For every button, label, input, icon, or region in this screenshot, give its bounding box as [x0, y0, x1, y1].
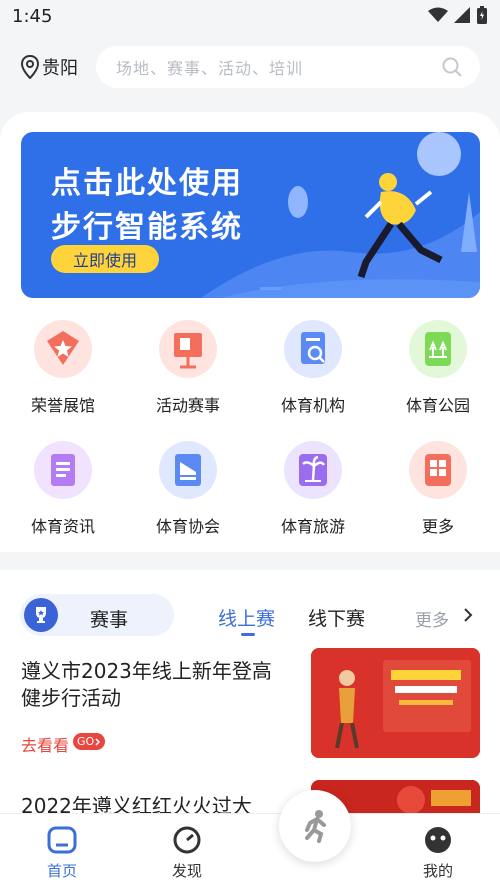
home-icon: [47, 826, 77, 854]
banner-title-line2: 步行智能系统: [51, 210, 243, 245]
battery-icon: [477, 6, 487, 24]
more-link[interactable]: 更多: [415, 606, 449, 631]
run-fab-button[interactable]: [279, 790, 351, 862]
events-section-label: 赛事: [90, 609, 129, 631]
grid-item-more[interactable]: 更多: [388, 441, 488, 537]
nav-label: 发现: [171, 862, 202, 880]
document-search-icon: [284, 320, 342, 378]
nav-discover[interactable]: 发现: [157, 826, 217, 881]
grid-label: 活动赛事: [155, 396, 220, 415]
use-now-button[interactable]: 立即使用: [51, 245, 159, 273]
grid-item-institutions[interactable]: 体育机构: [263, 320, 363, 416]
palm-tree-icon: [284, 441, 342, 499]
grid-label: 体育旅游: [280, 517, 345, 536]
grid-label: 体育协会: [155, 517, 220, 536]
grid-label: 更多: [421, 517, 454, 536]
grid-item-events[interactable]: 活动赛事: [138, 320, 238, 416]
park-icon: [409, 320, 467, 378]
event-thumbnail[interactable]: [311, 648, 480, 758]
status-bar: 1:45: [0, 0, 500, 34]
grid-label: 体育公园: [405, 396, 470, 415]
status-time: 1:45: [12, 6, 53, 27]
banner-title-line1: 点击此处使用: [51, 166, 243, 201]
event-poster-image: [311, 648, 480, 758]
nav-home[interactable]: 首页: [32, 826, 92, 881]
runner-icon: [305, 810, 326, 843]
grid-item-honor-hall[interactable]: 荣誉展馆: [13, 320, 113, 416]
stadium-icon: [159, 441, 217, 499]
grid-item-news[interactable]: 体育资讯: [13, 441, 113, 537]
active-tab-indicator: [241, 633, 255, 636]
more-apps-icon: [409, 441, 467, 499]
grid-item-associations[interactable]: 体育协会: [138, 441, 238, 537]
grid-item-parks[interactable]: 体育公园: [388, 320, 488, 416]
easel-icon: [159, 320, 217, 378]
grid-label: 体育资讯: [30, 517, 95, 536]
nav-mine[interactable]: 我的: [408, 826, 468, 881]
event-view-link[interactable]: 去看看: [21, 732, 69, 756]
event-title[interactable]: 遵义市2023年线上新年登高健步行活动: [21, 658, 291, 712]
grid-item-tourism[interactable]: 体育旅游: [263, 441, 363, 537]
signal-icon: [454, 7, 470, 23]
tab-offline[interactable]: 线下赛: [308, 604, 365, 631]
medal-icon: [34, 320, 92, 378]
compass-icon: [173, 826, 201, 854]
nav-label: 首页: [46, 862, 77, 880]
grid-label: 荣誉展馆: [30, 396, 95, 415]
location-pin-icon: [20, 55, 40, 79]
promo-banner[interactable]: 点击此处使用 步行智能系统 立即使用: [21, 132, 480, 298]
trophy-icon: [24, 598, 58, 632]
go-badge-text: GO: [77, 735, 95, 748]
search-icon[interactable]: [442, 57, 462, 77]
carousel-indicator: [260, 287, 282, 290]
search-placeholder: 场地、赛事、活动、培训: [116, 59, 304, 78]
search-input[interactable]: 场地、赛事、活动、培训: [96, 46, 480, 88]
location-city: 贵阳: [42, 58, 78, 79]
location-selector[interactable]: 贵阳: [20, 54, 78, 80]
news-icon: [34, 441, 92, 499]
nav-label: 我的: [422, 862, 453, 880]
wifi-icon: [428, 7, 448, 22]
chevron-right-icon[interactable]: [463, 607, 473, 623]
grid-label: 体育机构: [280, 396, 345, 415]
profile-icon: [425, 827, 451, 853]
go-badge[interactable]: GO: [73, 733, 106, 750]
status-icons: [428, 6, 488, 24]
chevron-right-icon: [95, 737, 101, 746]
tab-online[interactable]: 线上赛: [218, 604, 275, 631]
